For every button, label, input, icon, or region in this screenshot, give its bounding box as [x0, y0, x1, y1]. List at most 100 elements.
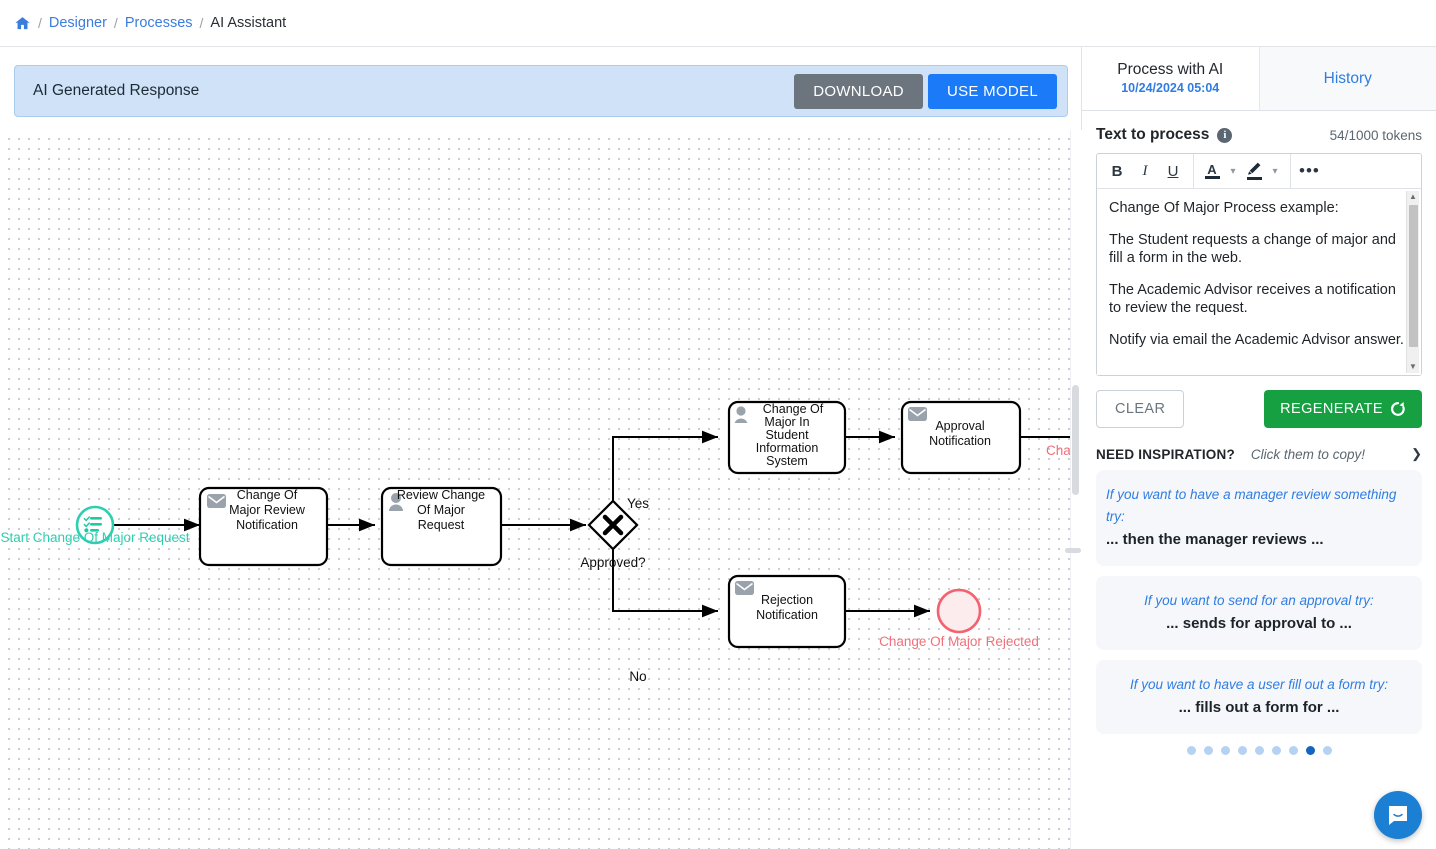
more-options-button[interactable]: •••	[1291, 162, 1328, 179]
scroll-down-arrow[interactable]: ▼	[1409, 361, 1417, 373]
token-counter: 54/1000 tokens	[1329, 127, 1422, 143]
editor-scroll-thumb[interactable]	[1409, 205, 1418, 347]
svg-text:Notification: Notification	[756, 608, 818, 622]
breadcrumb-item-ai-assistant: AI Assistant	[210, 15, 287, 31]
svg-text:Change Of: Change Of	[237, 488, 298, 502]
envelope-icon	[908, 407, 927, 421]
italic-button[interactable]: I	[1131, 154, 1159, 188]
inspiration-card-3[interactable]: If you want to have a user fill out a fo…	[1096, 660, 1422, 734]
designer-pane: AI Generated Response DOWNLOAD USE MODEL	[0, 47, 1082, 849]
chevron-down-icon-inspiration[interactable]: ❯	[1411, 446, 1422, 462]
clear-button[interactable]: CLEAR	[1096, 390, 1185, 428]
breadcrumb-separator-2: /	[113, 15, 118, 31]
flow-label-no: No	[629, 669, 646, 684]
flow-label-yes: Yes	[627, 496, 649, 511]
svg-text:Rejection: Rejection	[761, 593, 813, 607]
carousel-dot-2[interactable]	[1203, 746, 1213, 755]
editor-toolbar: B I U A ▾ ▾ •••	[1097, 154, 1421, 189]
highlight-button[interactable]	[1242, 162, 1266, 180]
app-root: / Designer / Processes / AI Assistant AI…	[0, 0, 1436, 849]
tab-process-with-ai-label: Process with AI	[1117, 60, 1224, 78]
tab-history[interactable]: History	[1258, 47, 1436, 110]
panel-body: Text to process i 54/1000 tokens B I U A…	[1082, 111, 1436, 755]
use-model-button[interactable]: USE MODEL	[927, 73, 1057, 109]
home-icon[interactable]	[14, 15, 31, 32]
underline-button[interactable]: U	[1159, 154, 1187, 188]
inspiration-header: NEED INSPIRATION? Click them to copy! ❯	[1096, 428, 1422, 470]
chat-bubble-icon	[1389, 806, 1407, 825]
canvas-vertical-scroll-thumb[interactable]	[1072, 385, 1079, 495]
svg-text:Notification: Notification	[929, 434, 991, 448]
envelope-icon	[207, 494, 226, 508]
inspiration-card-2[interactable]: If you want to send for an approval try:…	[1096, 576, 1422, 650]
carousel-dot-7[interactable]	[1288, 746, 1298, 755]
inspiration-card-3-answer: ... fills out a form for ...	[1178, 699, 1340, 716]
carousel-dot-1[interactable]	[1186, 746, 1196, 755]
rich-text-editor: B I U A ▾ ▾ ••• Change Of Major Process …	[1096, 153, 1422, 376]
bpmn-diagram: Start Change Of Major Request Change Of …	[0, 400, 1070, 684]
end-event-rejected: Change Of Major Rejected	[879, 588, 1039, 649]
carousel-dot-8[interactable]	[1305, 746, 1315, 755]
chat-launcher[interactable]	[1374, 791, 1422, 839]
start-event-label: Start Change Of Major Request	[0, 530, 189, 545]
refresh-icon	[1391, 402, 1405, 416]
regenerate-button[interactable]: REGENERATE	[1264, 390, 1422, 428]
inspiration-card-1[interactable]: If you want to have a manager review som…	[1096, 470, 1422, 566]
info-icon[interactable]: i	[1217, 127, 1233, 143]
text-to-process-row: Text to process i 54/1000 tokens	[1096, 111, 1422, 153]
pen-icon	[1248, 162, 1261, 175]
breadcrumb-separator-1: /	[38, 15, 42, 31]
panel-tabs: Process with AI 10/24/2024 05:04 History	[1082, 47, 1436, 111]
breadcrumb-separator-3: /	[199, 15, 204, 31]
carousel-dot-4[interactable]	[1237, 746, 1247, 755]
svg-text:Student: Student	[765, 428, 809, 442]
breadcrumb: / Designer / Processes / AI Assistant	[0, 0, 1436, 47]
chevron-down-icon-highlight[interactable]: ▾	[1266, 154, 1284, 188]
inspiration-card-2-question: If you want to send for an approval try:	[1144, 593, 1374, 608]
tab-history-label: History	[1323, 69, 1372, 87]
editor-scrollbar[interactable]: ▲ ▼	[1406, 191, 1419, 373]
breadcrumb-item-processes[interactable]: Processes	[125, 15, 193, 31]
editor-paragraph-4: Notify via email the Academic Advisor an…	[1109, 332, 1404, 348]
canvas-horizontal-scroll-thumb[interactable]	[1065, 548, 1081, 553]
envelope-icon	[735, 581, 754, 595]
task-change-of-major-review-notification: Change Of Major Review Notification	[198, 486, 329, 567]
bpmn-canvas[interactable]: Start Change Of Major Request Change Of …	[0, 130, 1082, 849]
svg-text:Notification: Notification	[236, 518, 298, 532]
chevron-down-icon-font-color[interactable]: ▾	[1224, 154, 1242, 188]
gateway-label: Approved?	[580, 555, 645, 570]
svg-text:Approval: Approval	[935, 419, 984, 433]
tab-process-with-ai[interactable]: Process with AI 10/24/2024 05:04	[1082, 47, 1259, 110]
editor-textarea[interactable]: Change Of Major Process example: The Stu…	[1097, 189, 1421, 375]
font-color-button[interactable]: A	[1200, 163, 1224, 179]
breadcrumb-item-designer[interactable]: Designer	[49, 15, 107, 31]
task-approval-notification: Approval Notification	[900, 400, 1022, 475]
svg-text:Information: Information	[756, 441, 819, 455]
svg-text:System: System	[766, 454, 808, 468]
tab-process-with-ai-date: 10/24/2024 05:04	[1121, 80, 1220, 95]
editor-paragraph-2: The Student requests a change of major a…	[1109, 232, 1396, 266]
scroll-up-arrow[interactable]: ▲	[1409, 191, 1417, 203]
font-color-letter: A	[1207, 162, 1217, 177]
carousel-dot-3[interactable]	[1220, 746, 1230, 755]
carousel-dot-6[interactable]	[1271, 746, 1281, 755]
svg-text:Review Change: Review Change	[397, 488, 485, 502]
font-color-swatch	[1204, 176, 1220, 179]
carousel-dot-5[interactable]	[1254, 746, 1264, 755]
main-content: AI Generated Response DOWNLOAD USE MODEL	[0, 47, 1436, 849]
download-button[interactable]: DOWNLOAD	[794, 73, 923, 109]
carousel-dot-9[interactable]	[1322, 746, 1332, 755]
task-review-change-of-major-request: Review Change Of Major Request	[380, 486, 503, 567]
bold-button[interactable]: B	[1103, 154, 1131, 188]
end-event-rejected-label: Change Of Major Rejected	[879, 634, 1039, 649]
svg-text:Request: Request	[418, 518, 465, 532]
regenerate-label: REGENERATE	[1280, 401, 1383, 417]
svg-text:Of Major: Of Major	[417, 503, 465, 517]
end-event-approved-label: Cha	[1046, 443, 1070, 458]
banner-title: AI Generated Response	[33, 82, 200, 99]
svg-text:Major Review: Major Review	[229, 503, 306, 517]
ai-panel: Process with AI 10/24/2024 05:04 History…	[1082, 47, 1436, 849]
editor-actions: CLEAR REGENERATE	[1096, 376, 1422, 428]
ai-generated-response-banner: AI Generated Response DOWNLOAD USE MODEL	[14, 65, 1068, 117]
task-change-of-major-in-sis: Change Of Major In Student Information S…	[727, 400, 847, 475]
